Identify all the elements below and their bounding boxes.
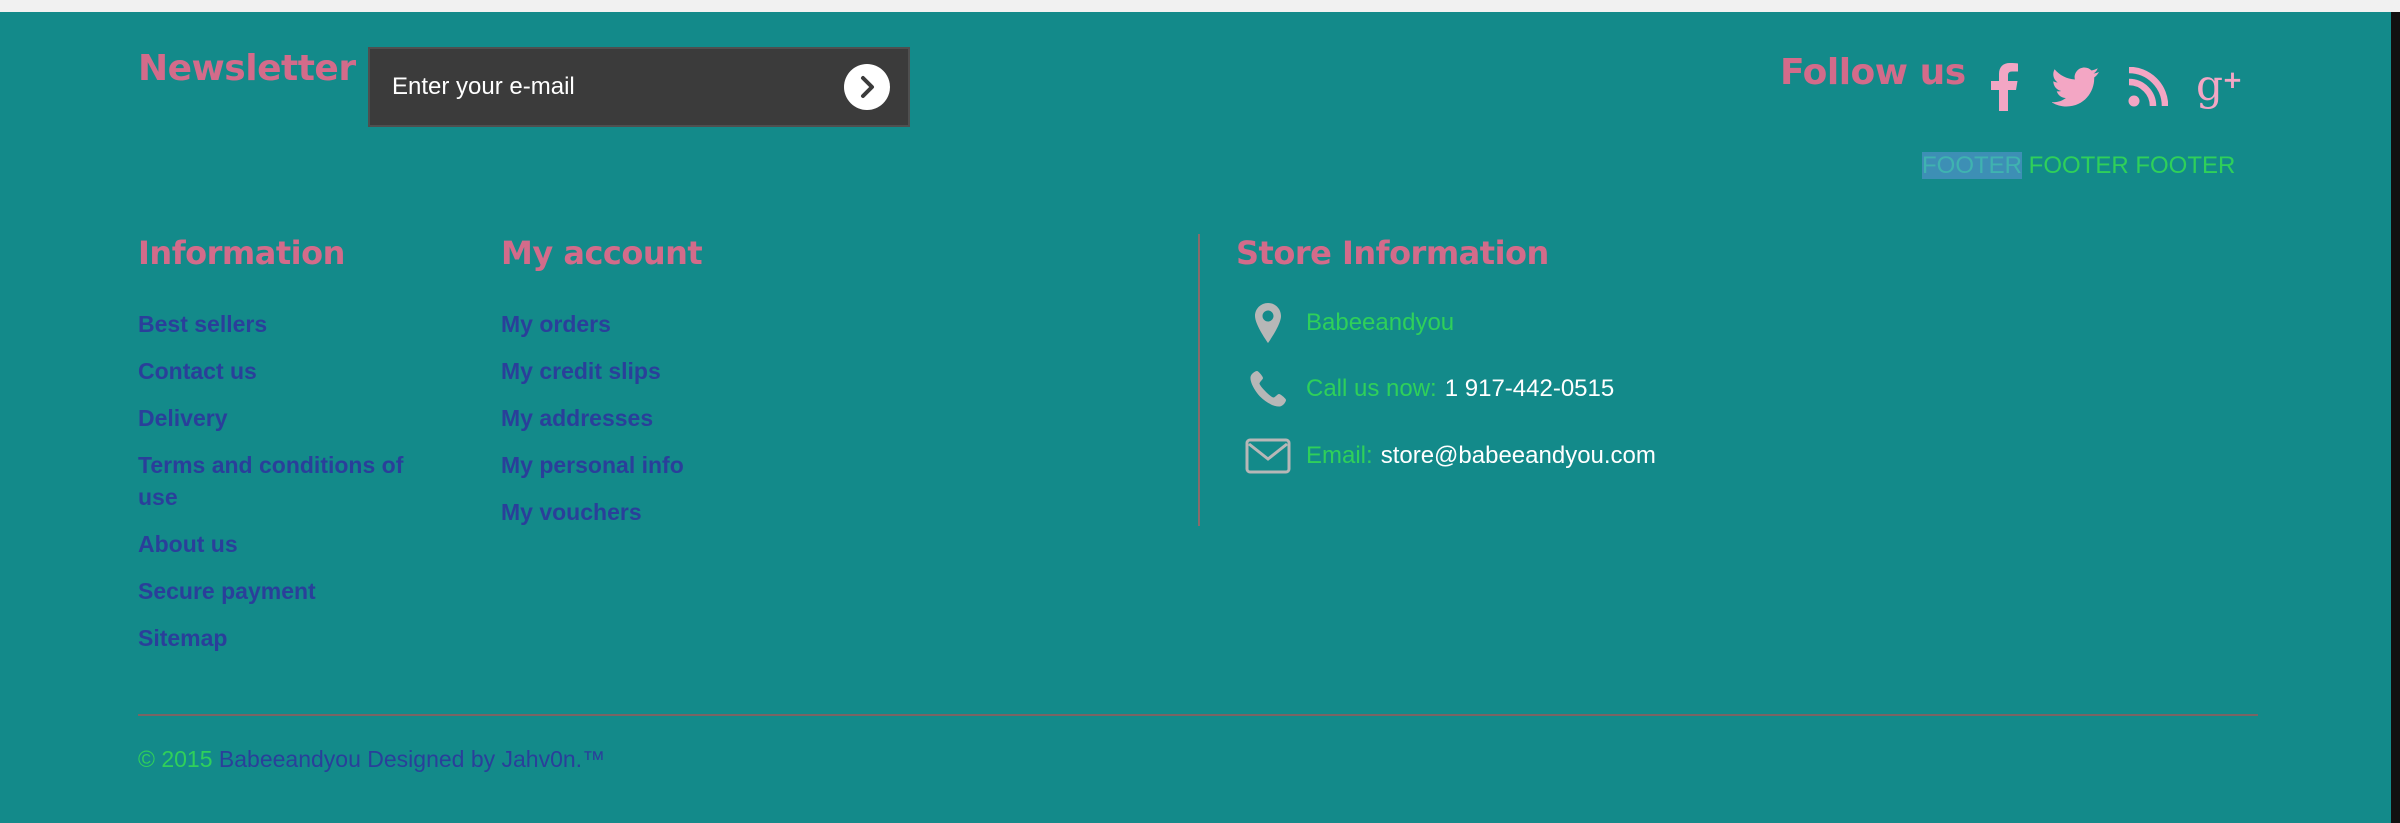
- chevron-right-icon: [861, 76, 874, 98]
- store-phone-row: Call us now: 1 917-442-0515: [1240, 370, 1614, 408]
- right-edge-strip: [2391, 12, 2400, 823]
- information-links: Best sellers Contact us Delivery Terms a…: [138, 308, 428, 669]
- newsletter-title: Newsletter: [138, 48, 356, 89]
- store-name-row: Babeeandyou: [1240, 302, 1454, 344]
- google-plus-icon: g: [2196, 62, 2241, 109]
- account-link-orders[interactable]: My orders: [501, 308, 831, 340]
- copyright: © 2015 Babeeandyou Designed by Jahv0n.™: [138, 746, 605, 773]
- footer-text-highlighted: FOOTER: [1922, 152, 2022, 179]
- account-link-addresses[interactable]: My addresses: [501, 402, 831, 434]
- google-plus-link[interactable]: g: [2196, 62, 2244, 112]
- my-account-links: My orders My credit slips My addresses M…: [501, 308, 831, 543]
- store-email-row: Email: store@babeeandyou.com: [1240, 438, 1656, 474]
- column-divider: [1198, 234, 1200, 526]
- store-information-title: Store Information: [1236, 234, 1549, 272]
- store-email-address[interactable]: store@babeeandyou.com: [1381, 442, 1656, 470]
- store-name: Babeeandyou: [1306, 309, 1455, 336]
- store-phone-number[interactable]: 1 917-442-0515: [1445, 375, 1614, 403]
- copyright-credit: Babeeandyou Designed by Jahv0n.™: [218, 746, 606, 772]
- twitter-icon: [2052, 67, 2099, 107]
- copyright-year: © 2015: [138, 746, 213, 772]
- store-email-label: Email:: [1306, 442, 1373, 469]
- rss-link[interactable]: [2124, 62, 2172, 112]
- site-footer: Newsletter Follow us g FOO: [0, 12, 2391, 823]
- information-link-best-sellers[interactable]: Best sellers: [138, 308, 428, 340]
- information-link-secure-payment[interactable]: Secure payment: [138, 575, 428, 607]
- top-strip: [0, 0, 2400, 12]
- twitter-link[interactable]: [2052, 62, 2100, 112]
- rss-icon: [2128, 67, 2168, 107]
- bottom-divider: [138, 714, 2258, 716]
- account-link-credit-slips[interactable]: My credit slips: [501, 355, 831, 387]
- svg-text:g: g: [2196, 62, 2223, 109]
- follow-us-title: Follow us: [1780, 52, 1966, 93]
- map-marker-icon: [1240, 302, 1296, 344]
- account-link-vouchers[interactable]: My vouchers: [501, 496, 831, 528]
- information-link-sitemap[interactable]: Sitemap: [138, 622, 428, 654]
- information-link-delivery[interactable]: Delivery: [138, 402, 428, 434]
- information-link-about-us[interactable]: About us: [138, 528, 428, 560]
- envelope-icon: [1240, 438, 1296, 474]
- newsletter-email-input[interactable]: [370, 56, 814, 118]
- facebook-link[interactable]: [1980, 62, 2028, 112]
- footer-placeholder-text: FOOTER FOOTER FOOTER: [1922, 152, 2235, 180]
- information-link-terms[interactable]: Terms and conditions of use: [138, 449, 428, 513]
- newsletter-submit-button[interactable]: [844, 64, 890, 110]
- facebook-icon: [1991, 63, 2018, 111]
- store-phone-label: Call us now:: [1306, 375, 1437, 402]
- footer-text-rest: FOOTER FOOTER: [2028, 152, 2236, 179]
- account-link-personal-info[interactable]: My personal info: [501, 449, 831, 481]
- phone-icon: [1240, 370, 1296, 408]
- my-account-title: My account: [501, 234, 703, 272]
- information-link-contact-us[interactable]: Contact us: [138, 355, 428, 387]
- newsletter-form: [368, 47, 910, 127]
- information-title: Information: [138, 234, 345, 272]
